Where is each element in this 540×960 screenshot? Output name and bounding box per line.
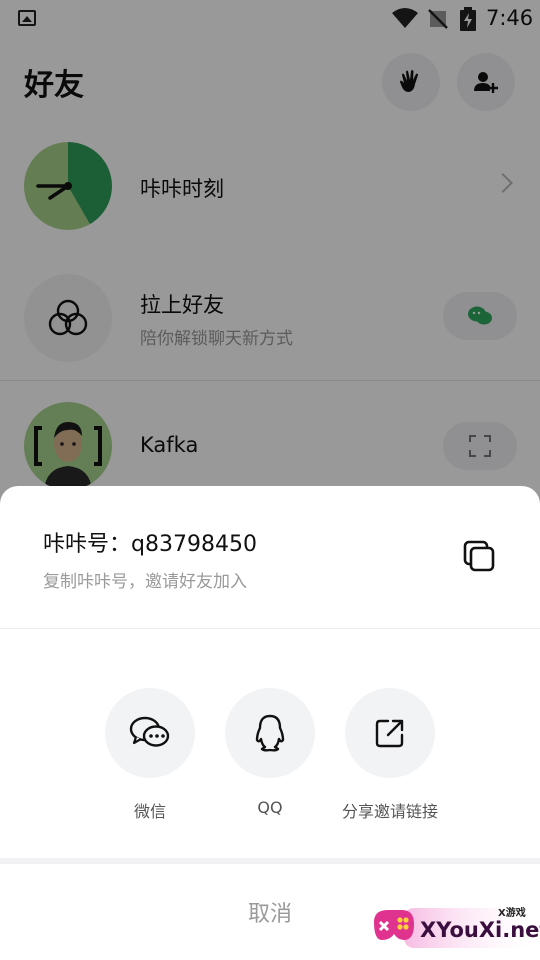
share-link-icon — [375, 719, 404, 748]
sheet-divider — [0, 628, 540, 629]
share-qq-button[interactable] — [225, 688, 315, 778]
watermark-small-text: X游戏 — [498, 908, 526, 919]
site-watermark: X游戏 XYouXi.net — [368, 900, 540, 956]
qq-icon — [255, 714, 285, 752]
watermark-text: XYouXi.net — [420, 918, 540, 942]
share-wechat-button[interactable] — [105, 688, 195, 778]
share-sheet: 咔咔号：q83798450 复制咔咔号，邀请好友加入 微信 QQ 分享邀请链接 … — [0, 486, 540, 960]
share-link-button[interactable] — [345, 688, 435, 778]
kaka-id-hint: 复制咔咔号，邀请好友加入 — [43, 572, 247, 592]
kaka-id-label: 咔咔号：q83798450 — [43, 532, 257, 557]
wechat-icon — [129, 716, 170, 747]
share-link-label[interactable]: 分享邀请链接 — [310, 798, 470, 822]
copy-icon[interactable] — [460, 538, 498, 576]
